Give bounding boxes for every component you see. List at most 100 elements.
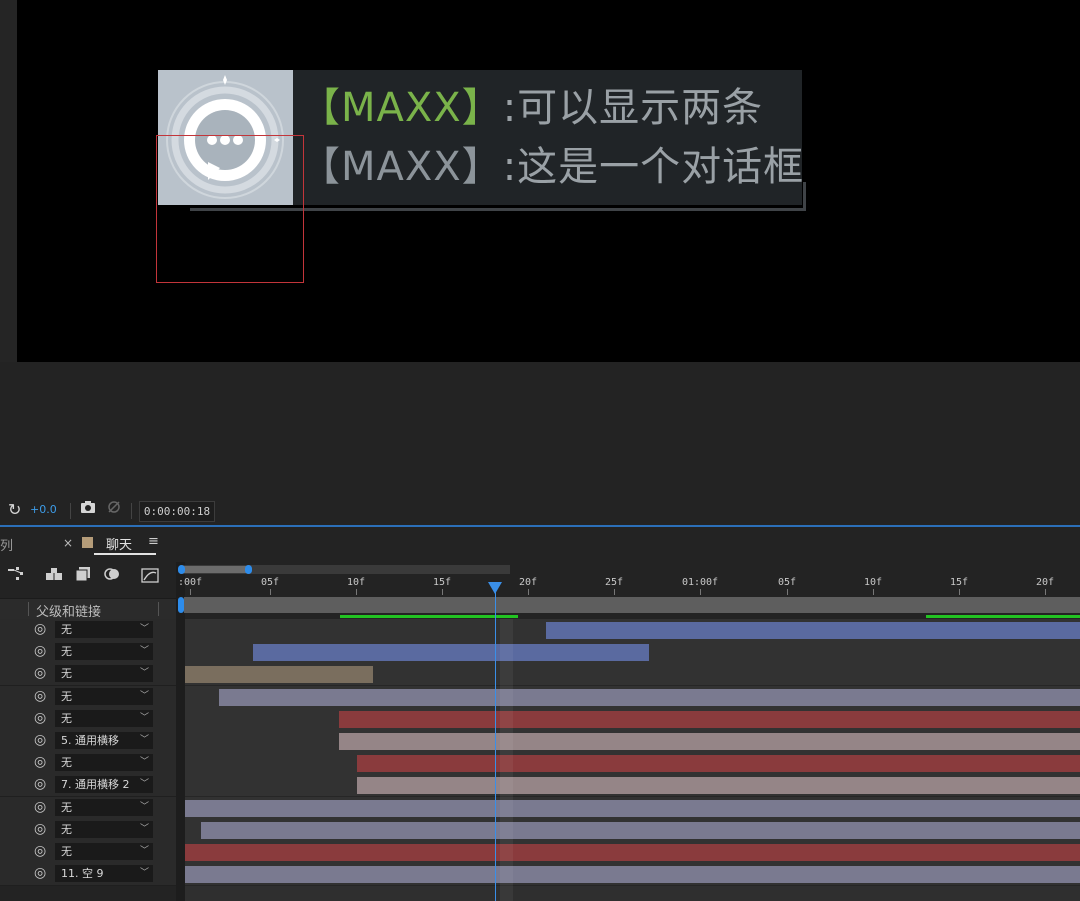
parent-dropdown-value: 无 <box>61 667 72 681</box>
pick-whip-icon[interactable]: ◎ <box>34 621 46 637</box>
exposure-value[interactable]: +0.0 <box>30 503 57 516</box>
pick-whip-icon[interactable]: ◎ <box>34 843 46 859</box>
frame-blending-icon[interactable] <box>75 567 91 585</box>
layer-column-header: 父级和链接 <box>0 598 178 620</box>
close-tab-icon[interactable]: × <box>63 536 73 550</box>
pick-whip-icon[interactable]: ◎ <box>34 754 46 770</box>
pick-whip-icon[interactable]: ◎ <box>34 665 46 681</box>
layer-duration-bar[interactable] <box>201 821 1080 839</box>
chevron-down-icon: ﹀ <box>139 624 149 634</box>
time-tick-label: 15f <box>949 577 969 588</box>
parent-dropdown[interactable]: 无 ﹀ <box>55 643 153 661</box>
dialog-text: :这是一个对话框 <box>502 144 805 190</box>
layer-duration-bar[interactable] <box>219 688 1080 706</box>
layer-row[interactable]: ◎ 无 ﹀ <box>0 818 178 842</box>
pick-whip-icon[interactable]: ◎ <box>34 799 46 815</box>
work-area-start-handle[interactable] <box>178 597 184 613</box>
time-ruler[interactable]: :00f 05f 10f 15f 20f 25f 01:00f 05f 10f 15f 20f <box>178 575 1080 595</box>
parent-dropdown[interactable]: 无 ﹀ <box>55 820 153 838</box>
show-snapshot-icon[interactable] <box>106 499 122 518</box>
parent-dropdown-value: 无 <box>61 845 72 858</box>
parent-dropdown[interactable]: 7. 通用横移 2 ﹀ <box>55 776 153 794</box>
layer-selection-box[interactable] <box>156 135 304 283</box>
parent-dropdown[interactable]: 无 ﹀ <box>55 665 153 683</box>
layer-row[interactable]: ◎ 无 ﹀ <box>0 619 178 642</box>
pick-whip-icon[interactable]: ◎ <box>34 865 46 881</box>
parent-dropdown[interactable]: 无 ﹀ <box>55 709 153 727</box>
layer-row[interactable]: ◎ 5. 通用横移 ﹀ <box>0 730 178 753</box>
viewer-toolbar: ↻ +0.0 0:00:00:18 <box>0 497 1080 527</box>
pick-whip-icon[interactable]: ◎ <box>34 688 46 704</box>
pick-whip-icon[interactable]: ◎ <box>34 732 46 748</box>
layer-duration-bar[interactable] <box>357 755 1080 773</box>
time-tick-label: 01:00f <box>681 577 719 588</box>
track-row <box>185 663 1080 687</box>
layer-duration-bar[interactable] <box>339 710 1080 728</box>
layer-duration-bar[interactable] <box>253 644 649 662</box>
parent-link-column-label[interactable]: 父级和链接 <box>36 601 101 620</box>
layer-duration-bar[interactable] <box>185 666 373 684</box>
work-area-bar[interactable] <box>184 597 1080 613</box>
chevron-down-icon: ﹀ <box>139 779 149 790</box>
parent-dropdown-value: 无 <box>61 689 72 703</box>
tab-render-queue[interactable]: 队列 <box>0 535 13 554</box>
layer-list: ◎ 无 ﹀ ◎ 无 ﹀ ◎ 无 ﹀ ◎ 无 ﹀ ◎ 无 ﹀ ◎ 5. 通用横移 ﹀ ◎ 无 ﹀ ◎ 7. 通用横移 2 ﹀ ◎ 无… <box>0 619 178 901</box>
pick-whip-icon[interactable]: ◎ <box>34 643 46 659</box>
parent-dropdown[interactable]: 无 ﹀ <box>55 687 153 705</box>
layer-row[interactable]: ◎ 无 ﹀ <box>0 685 178 709</box>
parent-dropdown[interactable]: 无 ﹀ <box>55 754 153 772</box>
parent-dropdown[interactable]: 无 ﹀ <box>55 621 153 638</box>
time-navigator-end-handle[interactable] <box>245 565 252 574</box>
time-tick-label: 25f <box>604 577 624 588</box>
chevron-down-icon: ﹀ <box>139 712 149 723</box>
layer-duration-bar[interactable] <box>357 777 1080 795</box>
camera-icon[interactable] <box>80 499 96 518</box>
current-time-display[interactable]: 0:00:00:18 <box>139 501 215 522</box>
time-tick-mark <box>787 589 788 595</box>
pick-whip-icon[interactable]: ◎ <box>34 821 46 837</box>
parent-dropdown[interactable]: 无 ﹀ <box>55 843 153 860</box>
layer-row[interactable]: ◎ 无 ﹀ <box>0 663 178 687</box>
time-tick-mark <box>959 589 960 595</box>
chevron-down-icon: ﹀ <box>139 846 149 856</box>
time-navigator-range[interactable] <box>182 566 248 573</box>
chevron-down-icon: ﹀ <box>139 868 149 879</box>
parent-dropdown-value: 无 <box>61 822 72 836</box>
chevron-down-icon: ﹀ <box>139 801 149 812</box>
graph-editor-icon[interactable] <box>141 567 159 587</box>
layer-row[interactable]: ◎ 无 ﹀ <box>0 841 178 864</box>
layer-duration-bar[interactable] <box>339 733 1080 750</box>
ram-preview-cache-indicator <box>340 615 518 618</box>
current-time-indicator-handle[interactable] <box>488 582 502 594</box>
layer-row[interactable]: ◎ 无 ﹀ <box>0 641 178 665</box>
layer-row[interactable]: ◎ 7. 通用横移 2 ﹀ <box>0 774 178 798</box>
layer-row[interactable]: ◎ 无 ﹀ <box>0 796 178 820</box>
layer-duration-bar[interactable] <box>185 866 1080 884</box>
motion-blur-icon[interactable] <box>104 567 120 585</box>
comp-color-swatch <box>82 537 93 548</box>
layer-duration-bar[interactable] <box>185 799 1080 817</box>
current-time-indicator-line[interactable] <box>495 589 496 901</box>
time-navigator-start-handle[interactable] <box>178 565 185 574</box>
pick-whip-icon[interactable]: ◎ <box>34 776 46 792</box>
time-tick-mark <box>873 589 874 595</box>
composition-flowchart-icon[interactable] <box>8 567 26 585</box>
tab-composition[interactable]: 聊天 <box>106 534 132 553</box>
parent-dropdown-value: 5. 通用横移 <box>61 734 119 747</box>
ram-preview-cache-indicator <box>926 615 1080 618</box>
parent-dropdown[interactable]: 11. 空 9 ﹀ <box>55 865 153 883</box>
exposure-reset-icon[interactable]: ↻ <box>8 500 21 519</box>
layer-duration-bar[interactable] <box>546 622 1080 639</box>
layer-row[interactable]: ◎ 无 ﹀ <box>0 707 178 731</box>
shy-layers-icon[interactable] <box>45 567 63 585</box>
panel-menu-icon[interactable]: ≡ <box>148 534 159 549</box>
time-tick-mark <box>442 589 443 595</box>
pick-whip-icon[interactable]: ◎ <box>34 710 46 726</box>
parent-dropdown[interactable]: 5. 通用横移 ﹀ <box>55 732 153 749</box>
dialog-line-2: 【MAXX】:这是一个对话框 <box>300 143 804 191</box>
track-row <box>185 863 1080 887</box>
layer-row[interactable]: ◎ 无 ﹀ <box>0 752 178 776</box>
parent-dropdown[interactable]: 无 ﹀ <box>55 798 153 816</box>
layer-row[interactable]: ◎ 11. 空 9 ﹀ <box>0 863 178 887</box>
layer-duration-bar[interactable] <box>185 844 1080 861</box>
